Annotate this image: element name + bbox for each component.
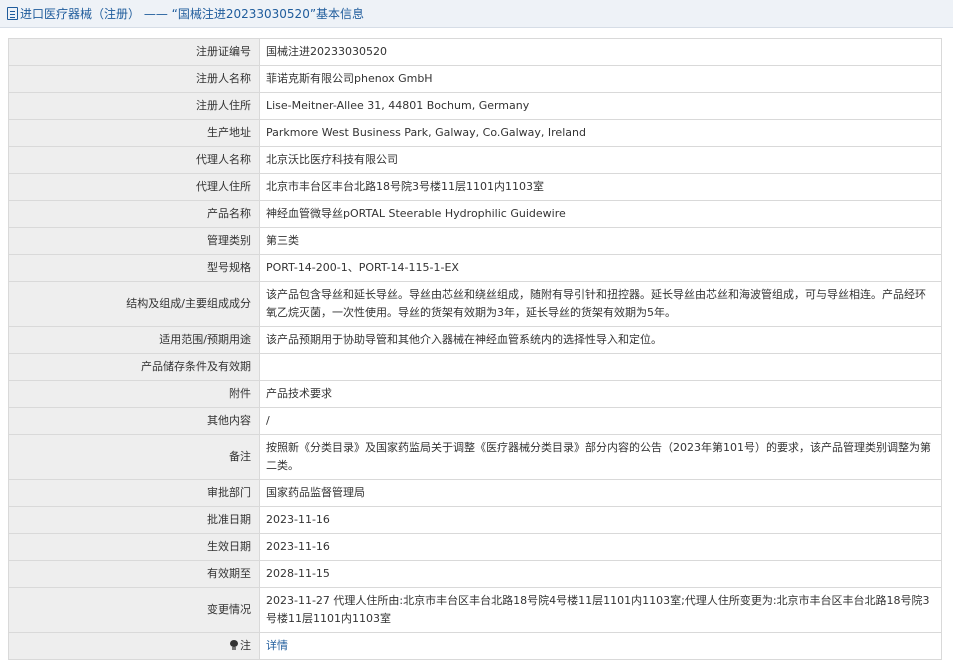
row-label: 批准日期 <box>8 506 260 534</box>
table-row: 产品储存条件及有效期 <box>8 353 942 381</box>
row-label: 产品名称 <box>8 200 260 228</box>
row-value: 该产品预期用于协助导管和其他介入器械在神经血管系统内的选择性导入和定位。 <box>259 326 942 354</box>
row-value: 神经血管微导丝pORTAL Steerable Hydrophilic Guid… <box>259 200 942 228</box>
row-value: Lise-Meitner-Allee 31, 44801 Bochum, Ger… <box>259 92 942 120</box>
row-value: 2023-11-16 <box>259 506 942 534</box>
table-row: 生效日期 2023-11-16 <box>8 533 942 561</box>
row-value: 2023-11-16 <box>259 533 942 561</box>
row-value: 2023-11-27 代理人住所由:北京市丰台区丰台北路18号院4号楼11层11… <box>259 587 942 633</box>
page-header: 进口医疗器械（注册） —— “国械注进20233030520”基本信息 <box>0 0 953 28</box>
table-row: 代理人名称 北京沃比医疗科技有限公司 <box>8 146 942 174</box>
row-value: / <box>259 407 942 435</box>
row-value: 产品技术要求 <box>259 380 942 408</box>
table-row: 批准日期 2023-11-16 <box>8 506 942 534</box>
details-link[interactable]: 详情 <box>266 639 288 652</box>
table-row: 附件 产品技术要求 <box>8 380 942 408</box>
row-value: 国家药品监督管理局 <box>259 479 942 507</box>
table-row: 产品名称 神经血管微导丝pORTAL Steerable Hydrophilic … <box>8 200 942 228</box>
table-row: 型号规格 PORT-14-200-1、PORT-14-115-1-EX <box>8 254 942 282</box>
row-value: 北京沃比医疗科技有限公司 <box>259 146 942 174</box>
row-value: 该产品包含导丝和延长导丝。导丝由芯丝和绕丝组成，随附有导引针和扭控器。延长导丝由… <box>259 281 942 327</box>
row-value: 菲诺克斯有限公司phenox GmbH <box>259 65 942 93</box>
page-title: 进口医疗器械（注册） —— “国械注进20233030520”基本信息 <box>20 7 365 21</box>
row-label: 结构及组成/主要组成成分 <box>8 281 260 327</box>
row-label: 产品储存条件及有效期 <box>8 353 260 381</box>
table-row: 注册人住所 Lise-Meitner-Allee 31, 44801 Bochum… <box>8 92 942 120</box>
table-row: 备注 按照新《分类目录》及国家药监局关于调整《医疗器械分类目录》部分内容的公告（2… <box>8 434 942 480</box>
table-row: 适用范围/预期用途 该产品预期用于协助导管和其他介入器械在神经血管系统内的选择性导… <box>8 326 942 354</box>
row-value: 2028-11-15 <box>259 560 942 588</box>
row-label: 注册人名称 <box>8 65 260 93</box>
note-value-cell: 详情 <box>259 632 942 660</box>
row-label: 代理人住所 <box>8 173 260 201</box>
table-row: 有效期至 2028-11-15 <box>8 560 942 588</box>
row-label: 变更情况 <box>8 587 260 633</box>
row-label: 适用范围/预期用途 <box>8 326 260 354</box>
row-value: 第三类 <box>259 227 942 255</box>
table-row: 生产地址 Parkmore West Business Park, Galway,… <box>8 119 942 147</box>
table-row: 结构及组成/主要组成成分 该产品包含导丝和延长导丝。导丝由芯丝和绕丝组成，随附有导… <box>8 281 942 327</box>
table-row: 注 详情 <box>8 632 942 660</box>
row-label: 管理类别 <box>8 227 260 255</box>
info-table: 注册证编号 国械注进20233030520 注册人名称 菲诺克斯有限公司phenox… <box>8 38 942 660</box>
row-value <box>259 353 942 381</box>
table-row: 变更情况 2023-11-27 代理人住所由:北京市丰台区丰台北路18号院4号楼1… <box>8 587 942 633</box>
row-label: 型号规格 <box>8 254 260 282</box>
row-value: PORT-14-200-1、PORT-14-115-1-EX <box>259 254 942 282</box>
row-value: 北京市丰台区丰台北路18号院3号楼11层1101内1103室 <box>259 173 942 201</box>
row-label: 其他内容 <box>8 407 260 435</box>
note-label-cell: 注 <box>8 632 260 660</box>
row-label: 审批部门 <box>8 479 260 507</box>
row-label: 注册人住所 <box>8 92 260 120</box>
row-label: 附件 <box>8 380 260 408</box>
table-row: 代理人住所 北京市丰台区丰台北路18号院3号楼11层1101内1103室 <box>8 173 942 201</box>
row-label: 生效日期 <box>8 533 260 561</box>
row-value: Parkmore West Business Park, Galway, Co.… <box>259 119 942 147</box>
table-row: 审批部门 国家药品监督管理局 <box>8 479 942 507</box>
document-icon <box>7 7 18 20</box>
lightbulb-icon <box>230 640 238 650</box>
table-row: 其他内容 / <box>8 407 942 435</box>
note-label: 注 <box>240 639 251 652</box>
table-row: 管理类别 第三类 <box>8 227 942 255</box>
row-label: 代理人名称 <box>8 146 260 174</box>
row-label: 生产地址 <box>8 119 260 147</box>
table-row: 注册证编号 国械注进20233030520 <box>8 38 942 66</box>
row-label: 备注 <box>8 434 260 480</box>
table-row: 注册人名称 菲诺克斯有限公司phenox GmbH <box>8 65 942 93</box>
row-value: 国械注进20233030520 <box>259 38 942 66</box>
row-label: 注册证编号 <box>8 38 260 66</box>
row-value: 按照新《分类目录》及国家药监局关于调整《医疗器械分类目录》部分内容的公告（202… <box>259 434 942 480</box>
row-label: 有效期至 <box>8 560 260 588</box>
